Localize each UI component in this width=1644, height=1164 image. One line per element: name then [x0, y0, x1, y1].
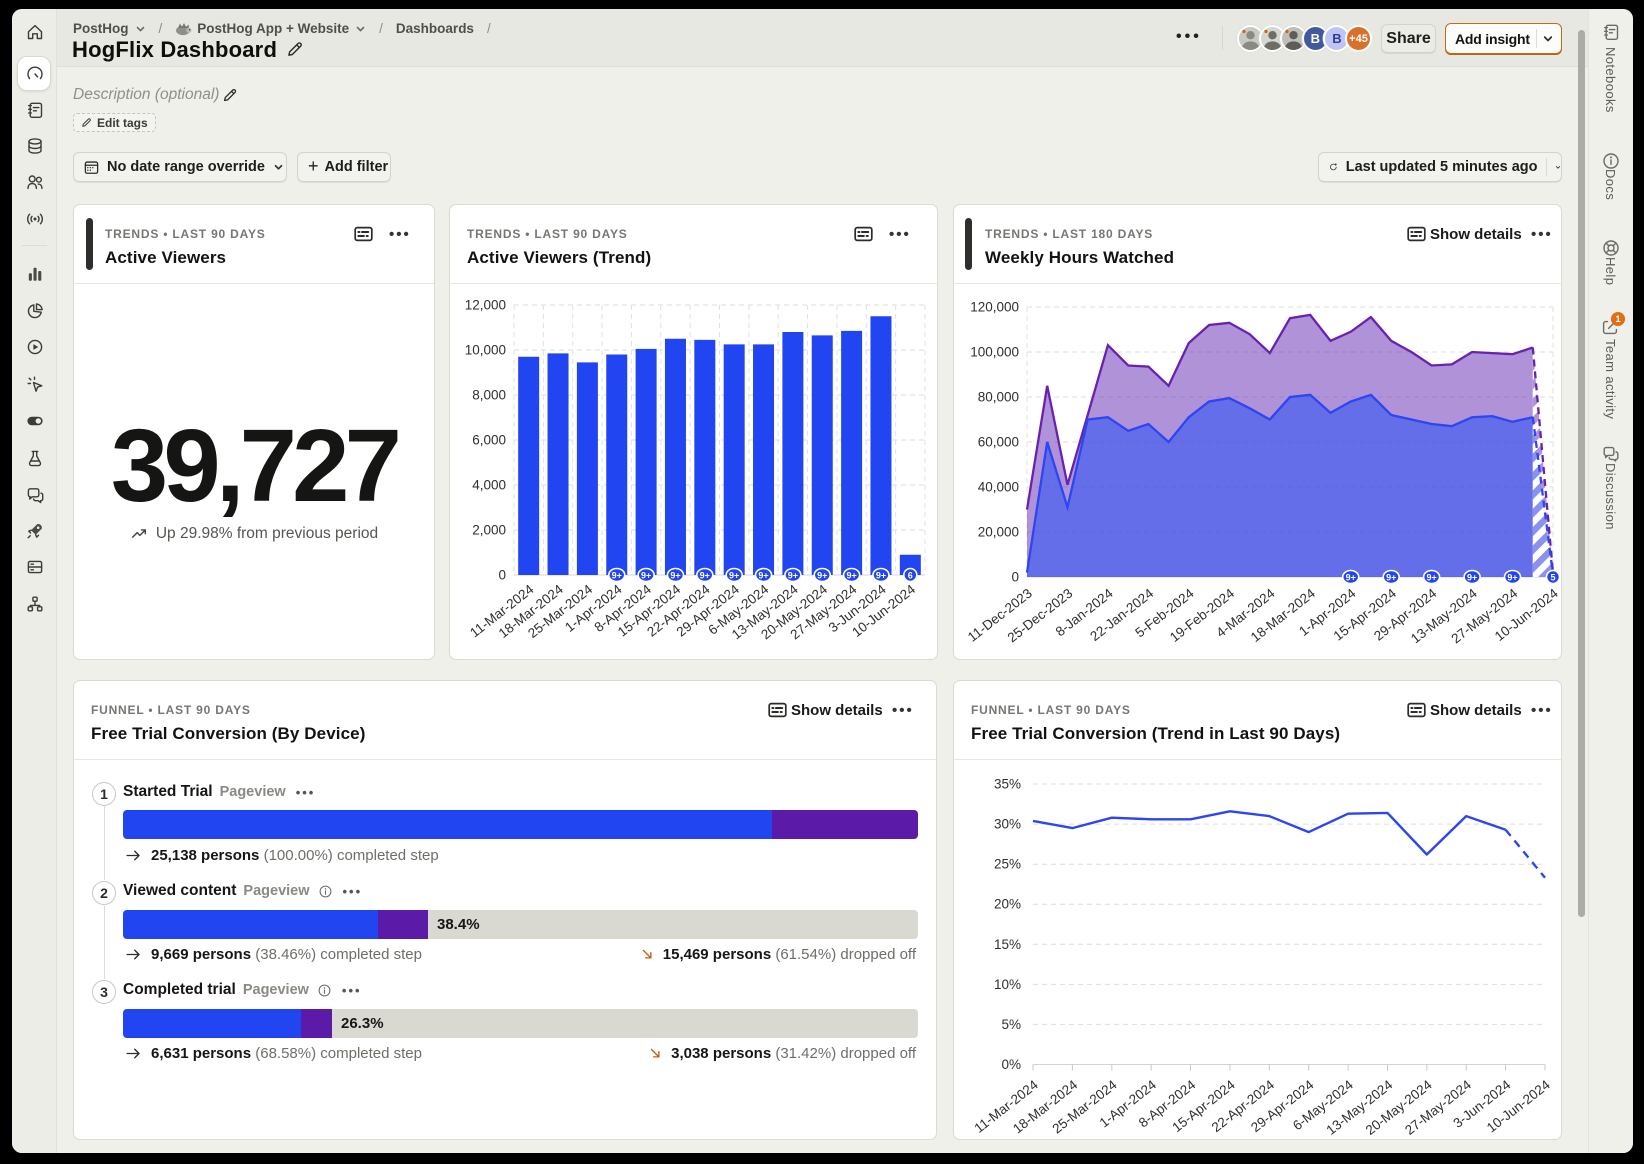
- svg-text:9+: 9+: [1507, 573, 1517, 583]
- svg-text:6: 6: [908, 571, 913, 581]
- svg-text:9+: 9+: [817, 571, 827, 581]
- svg-text:9+: 9+: [729, 571, 739, 581]
- svg-text:10,000: 10,000: [465, 343, 506, 358]
- svg-text:12,000: 12,000: [465, 298, 506, 313]
- svg-text:4,000: 4,000: [472, 478, 506, 493]
- svg-text:10%: 10%: [994, 977, 1021, 992]
- svg-text:9+: 9+: [641, 571, 651, 581]
- svg-text:5%: 5%: [1001, 1017, 1021, 1032]
- svg-text:30%: 30%: [994, 817, 1021, 832]
- svg-text:80,000: 80,000: [978, 390, 1019, 405]
- svg-text:25%: 25%: [994, 857, 1021, 872]
- svg-text:2,000: 2,000: [472, 523, 506, 538]
- svg-text:9+: 9+: [612, 571, 622, 581]
- svg-text:100,000: 100,000: [970, 345, 1019, 360]
- svg-text:35%: 35%: [994, 777, 1021, 792]
- svg-text:20,000: 20,000: [978, 525, 1019, 540]
- svg-text:8,000: 8,000: [472, 388, 506, 403]
- svg-text:9+: 9+: [1467, 573, 1477, 583]
- svg-text:9+: 9+: [700, 571, 710, 581]
- svg-text:9+: 9+: [1386, 573, 1396, 583]
- svg-text:6,000: 6,000: [472, 433, 506, 448]
- svg-text:20%: 20%: [994, 897, 1021, 912]
- svg-text:9+: 9+: [758, 571, 768, 581]
- svg-text:40,000: 40,000: [978, 480, 1019, 495]
- svg-text:9+: 9+: [1426, 573, 1436, 583]
- svg-text:60,000: 60,000: [978, 435, 1019, 450]
- svg-text:0%: 0%: [1001, 1057, 1021, 1072]
- svg-text:0: 0: [498, 568, 506, 583]
- svg-text:5: 5: [1550, 573, 1555, 583]
- svg-text:9+: 9+: [788, 571, 798, 581]
- svg-text:9+: 9+: [846, 571, 856, 581]
- svg-text:15%: 15%: [994, 937, 1021, 952]
- svg-text:120,000: 120,000: [970, 300, 1019, 315]
- svg-text:9+: 9+: [876, 571, 886, 581]
- svg-text:9+: 9+: [670, 571, 680, 581]
- svg-text:0: 0: [1011, 570, 1019, 585]
- svg-text:9+: 9+: [1346, 573, 1356, 583]
